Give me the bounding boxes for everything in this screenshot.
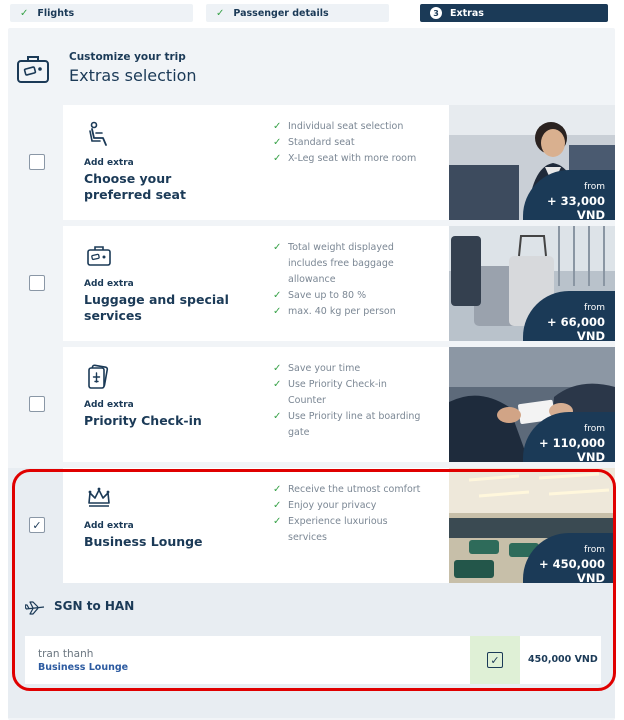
extra-checkbox[interactable] — [29, 396, 45, 412]
luggage-photo: from + 66,000 VND — [449, 226, 615, 341]
passenger-row: tran thanh Business Lounge ✓ 450,000 VND — [25, 636, 601, 684]
extra-checkbox[interactable] — [29, 275, 45, 291]
price-from-label: from — [584, 182, 605, 192]
step-label: Flights — [37, 7, 75, 19]
extra-title: Choose your preferred seat — [84, 171, 186, 202]
lounge-photo: from + 450,000 VND — [449, 468, 615, 583]
passenger-service: Business Lounge — [38, 662, 129, 673]
step-number: 3 — [430, 7, 442, 19]
passenger-checkbox-checked[interactable]: ✓ — [487, 652, 503, 668]
feature-item: Individual seat selection — [273, 119, 423, 135]
extras-page: ✓ Flights ✓ Passenger details 3 Extras C… — [0, 0, 624, 720]
step-passenger-details[interactable]: ✓ Passenger details — [206, 4, 389, 22]
extra-row-business-lounge: ✓ Add extra Business Lounge Receive the … — [8, 468, 615, 583]
feature-list: Individual seat selection Standard seat … — [273, 119, 423, 167]
check-icon: ✓ — [20, 7, 29, 19]
feature-list: Save your time Use Priority Check-in Cou… — [273, 361, 423, 441]
passenger-price: 450,000 VND — [528, 654, 598, 665]
price-value: + 66,000 VND — [546, 315, 605, 341]
price-value: + 33,000 VND — [546, 194, 605, 220]
extra-row-luggage: Add extra Luggage and special services T… — [8, 226, 615, 341]
feature-item: Save your time — [273, 361, 423, 377]
extra-card[interactable]: Add extra Luggage and special services T… — [63, 226, 615, 341]
price-from-label: from — [584, 303, 605, 313]
booking-stepper: ✓ Flights ✓ Passenger details 3 Extras — [10, 4, 608, 22]
header-subtitle: Customize your trip — [69, 51, 186, 63]
extra-row-priority-checkin: Add extra Priority Check-in Save your ti… — [8, 347, 615, 462]
page-title: Extras selection — [69, 66, 197, 85]
feature-item: max. 40 kg per person — [273, 304, 423, 320]
seat-photo: from + 33,000 VND — [449, 105, 615, 220]
extra-checkbox[interactable] — [29, 154, 45, 170]
step-label: Extras — [450, 7, 484, 19]
step-flights[interactable]: ✓ Flights — [10, 4, 193, 22]
add-extra-label: Add extra — [84, 158, 134, 168]
add-extra-label: Add extra — [84, 400, 134, 410]
feature-item: Use Priority Check-in Counter — [273, 377, 423, 409]
extra-title: Priority Check-in — [84, 413, 202, 428]
extras-panel: Customize your trip Extras selection Add… — [8, 28, 615, 720]
price-value: + 110,000 VND — [538, 436, 605, 462]
add-extra-label: Add extra — [84, 521, 134, 531]
feature-item: Save up to 80 % — [273, 288, 423, 304]
boarding-pass-icon — [88, 364, 109, 389]
crown-icon — [88, 487, 110, 507]
step-extras[interactable]: 3 Extras — [420, 4, 608, 22]
feature-item: X-Leg seat with more room — [273, 151, 423, 167]
passenger-name: tran thanh — [38, 648, 94, 660]
feature-item: Enjoy your privacy — [273, 498, 423, 514]
check-icon: ✓ — [216, 7, 225, 19]
feature-item: Standard seat — [273, 135, 423, 151]
feature-item: Experience luxurious services — [273, 514, 423, 546]
luggage-icon — [87, 246, 111, 266]
seat-icon — [89, 121, 107, 146]
feature-item: Receive the utmost comfort — [273, 482, 423, 498]
price-from-label: from — [584, 545, 605, 555]
extra-title: Luggage and special services — [84, 292, 229, 323]
price-value: + 450,000 VND — [538, 557, 605, 583]
extra-card[interactable]: Add extra Priority Check-in Save your ti… — [63, 347, 615, 462]
step-label: Passenger details — [233, 7, 329, 19]
suitcase-icon — [17, 56, 49, 83]
extra-card[interactable]: Add extra Business Lounge Receive the ut… — [63, 468, 615, 583]
feature-list: Total weight displayed includes free bag… — [273, 240, 423, 320]
checkin-photo: from + 110,000 VND — [449, 347, 615, 462]
route-label: SGN to HAN — [54, 599, 135, 613]
passenger-select-cell: ✓ — [470, 636, 520, 684]
feature-list: Receive the utmost comfort Enjoy your pr… — [273, 482, 423, 546]
extra-checkbox-checked[interactable]: ✓ — [29, 517, 45, 533]
airplane-icon — [25, 601, 45, 615]
add-extra-label: Add extra — [84, 279, 134, 289]
extra-title: Business Lounge — [84, 534, 203, 549]
feature-item: Total weight displayed includes free bag… — [273, 240, 423, 288]
extra-row-seat: Add extra Choose your preferred seat Ind… — [8, 105, 615, 220]
price-from-label: from — [584, 424, 605, 434]
feature-item: Use Priority line at boarding gate — [273, 409, 423, 441]
extra-card[interactable]: Add extra Choose your preferred seat Ind… — [63, 105, 615, 220]
